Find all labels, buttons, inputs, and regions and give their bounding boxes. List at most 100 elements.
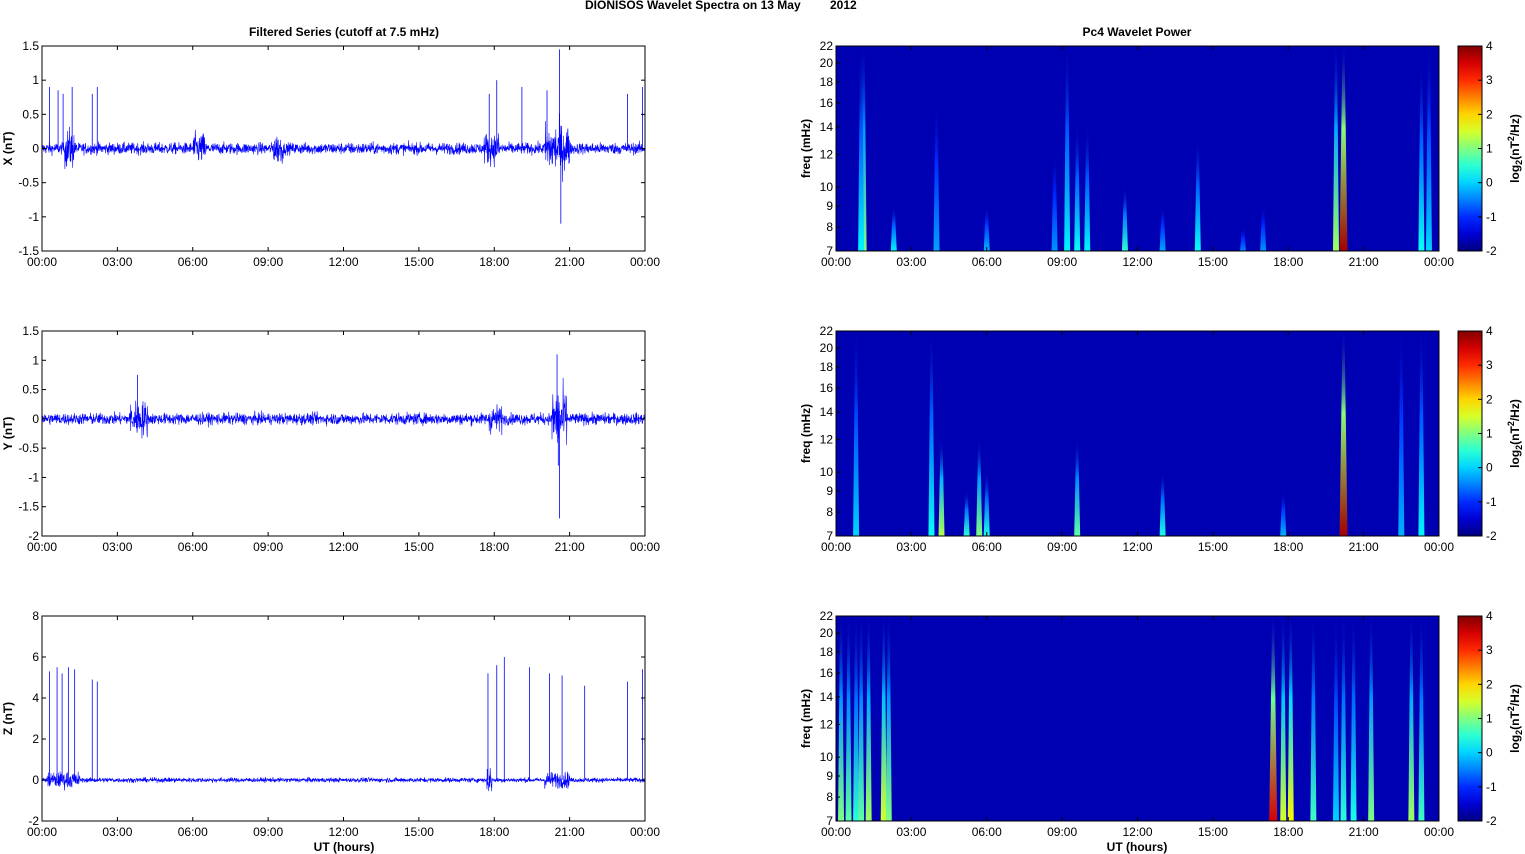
wavelet-panel-3: 78910121416182022freq (mHz)-2-101234log2… — [799, 609, 1524, 828]
y-tick-label: 1 — [32, 353, 39, 367]
x-tick-label: 09:00 — [253, 540, 283, 554]
y-tick-label: 9 — [826, 769, 833, 783]
figure-canvas: DIONISOS Wavelet Spectra on 13 May 2012 … — [1, 0, 1524, 854]
x-tick-label: 06:00 — [178, 825, 208, 839]
y-tick-label: 6 — [32, 650, 39, 664]
y-tick-label: 10 — [820, 750, 834, 764]
y-tick-label: 0.5 — [22, 107, 39, 121]
y-tick-label: 20 — [820, 56, 834, 70]
x-tick-label: 03:00 — [102, 255, 132, 269]
x-tick-label: 09:00 — [1047, 825, 1077, 839]
x-tick-label: 15:00 — [404, 540, 434, 554]
x-tick-label: 03:00 — [102, 540, 132, 554]
y-tick-label: 9 — [826, 199, 833, 213]
colorbar-tick-label: 3 — [1486, 643, 1493, 657]
x-tick-label: 06:00 — [972, 825, 1002, 839]
y-tick-label: 0.5 — [22, 383, 39, 397]
colorbar-tick-label: 1 — [1486, 427, 1493, 441]
x-tick-label: 15:00 — [1198, 825, 1228, 839]
y-axis-label: X (nT) — [1, 132, 15, 166]
y-axis-label: Y (nT) — [1, 417, 15, 451]
colorbar-label: log2(nT2/Hz) — [1506, 114, 1524, 183]
y-tick-label: 20 — [820, 626, 834, 640]
colorbar-tick-label: 0 — [1486, 461, 1493, 475]
y-tick-label: 8 — [826, 505, 833, 519]
y-tick-label: 0 — [32, 142, 39, 156]
y-tick-label: 1 — [32, 73, 39, 87]
colorbar-tick-label: 3 — [1486, 73, 1493, 87]
colorbar-tick-label: -2 — [1486, 244, 1497, 258]
x-tick-label: 09:00 — [1047, 255, 1077, 269]
colorbar-tick-label: 0 — [1486, 746, 1493, 760]
x-tick-label: 09:00 — [1047, 540, 1077, 554]
y-tick-label: 22 — [820, 609, 834, 623]
x-tick-label: 03:00 — [896, 825, 926, 839]
x-tick-label: 00:00 — [821, 825, 851, 839]
x-tick-label: 00:00 — [630, 255, 660, 269]
y-tick-label: 14 — [820, 690, 834, 704]
colorbar-tick-label: 4 — [1486, 609, 1493, 623]
x-tick-label: 06:00 — [972, 255, 1002, 269]
x-tick-label: 00:00 — [27, 540, 57, 554]
y-tick-label: -0.5 — [18, 176, 39, 190]
x-tick-label: 00:00 — [821, 255, 851, 269]
plot-area — [42, 616, 645, 821]
colorbar-tick-label: -1 — [1486, 780, 1497, 794]
x-tick-label: 03:00 — [896, 540, 926, 554]
y-tick-label: 12 — [820, 148, 834, 162]
y-tick-label: -1 — [28, 470, 39, 484]
y-tick-label: 12 — [820, 433, 834, 447]
x-tick-label: 21:00 — [1349, 825, 1379, 839]
y-tick-label: 2 — [32, 732, 39, 746]
y-axis-label: freq (mHz) — [799, 404, 813, 463]
y-axis-label: Z (nT) — [1, 702, 15, 735]
x-tick-label: 12:00 — [1122, 540, 1152, 554]
y-tick-label: 0 — [32, 412, 39, 426]
x-tick-label: 15:00 — [404, 255, 434, 269]
x-tick-label: 21:00 — [555, 255, 585, 269]
colorbar-tick-label: 2 — [1486, 107, 1493, 121]
y-tick-label: 8 — [32, 609, 39, 623]
x-tick-label: 00:00 — [821, 540, 851, 554]
y-tick-label: 10 — [820, 465, 834, 479]
y-tick-label: 20 — [820, 341, 834, 355]
colorbar-tick-label: -2 — [1486, 529, 1497, 543]
y-tick-label: 0 — [32, 773, 39, 787]
y-tick-label: 18 — [820, 645, 834, 659]
x-tick-label: 06:00 — [178, 540, 208, 554]
colorbar-tick-label: 2 — [1486, 392, 1493, 406]
x-tick-label: 00:00 — [630, 825, 660, 839]
x-tick-label: 15:00 — [1198, 255, 1228, 269]
colorbar-label: log2(nT2/Hz) — [1506, 684, 1524, 753]
colorbar-tick-label: 0 — [1486, 176, 1493, 190]
y-axis-label: freq (mHz) — [799, 689, 813, 748]
wavelet-background — [836, 46, 1439, 251]
colorbar-tick-label: -1 — [1486, 495, 1497, 509]
x-tick-label: 00:00 — [630, 540, 660, 554]
y-tick-label: 16 — [820, 96, 834, 110]
series-panel-x: -1.5-1-0.500.511.5X (nT) — [1, 39, 646, 258]
wavelet-figure: DIONISOS Wavelet Spectra on 13 May 2012 … — [0, 0, 1525, 854]
wavelet-background — [836, 616, 1439, 821]
x-tick-label: 03:00 — [896, 255, 926, 269]
x-tick-label: 18:00 — [479, 540, 509, 554]
y-tick-label: 1.5 — [22, 324, 39, 338]
x-tick-label: 00:00 — [27, 255, 57, 269]
x-tick-label: 09:00 — [253, 825, 283, 839]
left-column-title: Filtered Series (cutoff at 7.5 mHz) — [249, 25, 439, 39]
wavelet-background — [836, 331, 1439, 536]
y-tick-label: -1 — [28, 210, 39, 224]
x-tick-label: 21:00 — [555, 825, 585, 839]
wavelet-panel-1: 78910121416182022freq (mHz)-2-101234log2… — [799, 39, 1524, 258]
colorbar-tick-label: 2 — [1486, 677, 1493, 691]
figure-title: DIONISOS Wavelet Spectra on 13 May — [585, 0, 801, 12]
colorbar-label: log2(nT2/Hz) — [1506, 399, 1524, 468]
x-tick-label: 06:00 — [178, 255, 208, 269]
x-tick-label: 00:00 — [1424, 825, 1454, 839]
y-tick-label: 1.5 — [22, 39, 39, 53]
colorbar-tick-label: -1 — [1486, 210, 1497, 224]
y-axis-label: freq (mHz) — [799, 119, 813, 178]
colorbar-tick-label: 1 — [1486, 712, 1493, 726]
y-tick-label: 16 — [820, 381, 834, 395]
x-tick-label: 03:00 — [102, 825, 132, 839]
